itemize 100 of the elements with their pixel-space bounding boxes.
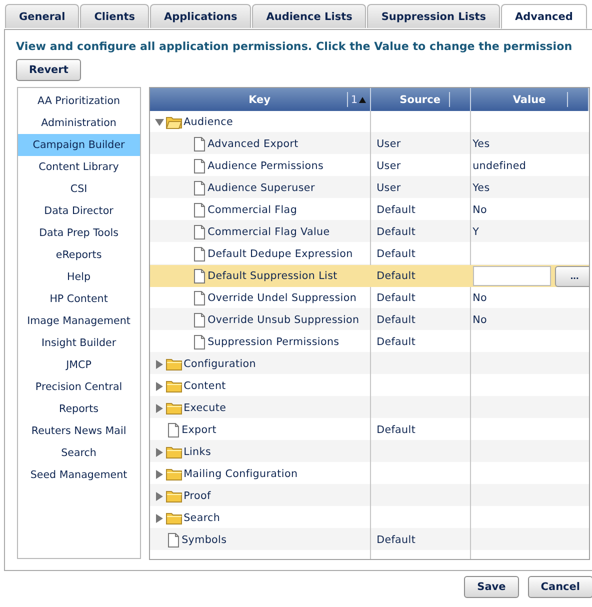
sidebar-item[interactable]: eReports (18, 244, 140, 266)
value-text: Yes (472, 182, 490, 194)
expanded-arrow-icon[interactable] (154, 118, 164, 126)
footer-button[interactable]: Cancel (528, 576, 592, 598)
sidebar-item[interactable]: Content Library (18, 156, 140, 178)
table-row[interactable]: Execute (150, 397, 589, 419)
key-text: Content (184, 380, 226, 392)
document-icon (192, 268, 206, 284)
sort-indicator[interactable]: 1 (346, 92, 366, 107)
source-text: User (376, 182, 401, 194)
table-row[interactable]: Content (150, 375, 589, 397)
key-text: Execute (184, 402, 226, 414)
column-header[interactable]: Key 1 (150, 88, 371, 111)
table-row[interactable]: Links (150, 441, 589, 463)
table-row[interactable]: Commercial Flag Default No (150, 199, 589, 221)
tab[interactable]: Applications (150, 4, 252, 28)
collapsed-arrow-icon[interactable] (154, 492, 164, 500)
collapsed-arrow-icon[interactable] (154, 470, 164, 478)
key-text: Advanced Export (208, 138, 298, 150)
value-field[interactable] (472, 266, 551, 286)
collapsed-arrow-icon[interactable] (154, 382, 164, 390)
document-icon (192, 224, 206, 240)
tab[interactable]: Audience Lists (252, 4, 366, 28)
sidebar-item[interactable]: Seed Management (18, 464, 140, 486)
tab[interactable]: Clients (80, 4, 149, 28)
folder-icon (166, 512, 182, 524)
sidebar-item[interactable]: Data Prep Tools (18, 222, 140, 244)
table-row[interactable]: Mailing Configuration (150, 463, 589, 485)
key-text: Override Undel Suppression (208, 292, 357, 304)
table-row[interactable]: Override Unsub Suppression Default No (150, 309, 589, 331)
footer-button[interactable]: Save (464, 576, 519, 598)
sidebar-item[interactable]: Data Director (18, 200, 140, 222)
value-text: No (472, 292, 487, 304)
source-text: Default (376, 204, 416, 216)
sidebar-item[interactable]: CSI (18, 178, 140, 200)
sidebar-item[interactable]: Reports (18, 398, 140, 420)
sidebar-item[interactable]: HP Content (18, 288, 140, 310)
source-text: User (376, 160, 401, 172)
tab[interactable]: General (5, 4, 80, 28)
folder-icon (166, 402, 182, 414)
table-row[interactable]: Proof (150, 485, 589, 507)
sidebar-item[interactable]: Campaign Builder (18, 134, 140, 156)
table-row[interactable]: Advanced Export User Yes (150, 133, 589, 155)
tab[interactable]: Suppression Lists (367, 4, 500, 28)
key-text: Commercial Flag (208, 204, 298, 216)
folder-icon (166, 490, 182, 502)
key-text: Search (184, 512, 220, 524)
source-text: Default (376, 336, 416, 348)
document-icon (192, 334, 206, 350)
table-row[interactable]: Audience Superuser User Yes (150, 177, 589, 199)
source-text: Default (376, 424, 416, 436)
table-row[interactable]: Configuration (150, 353, 589, 375)
sidebar-item[interactable]: Image Management (18, 310, 140, 332)
sidebar-item[interactable]: Precision Central (18, 376, 140, 398)
collapsed-arrow-icon[interactable] (154, 514, 164, 522)
table-row[interactable]: Suppression Permissions Default (150, 331, 589, 353)
page-heading: View and configure all application permissions. Click the Value to change the permission (16, 39, 574, 53)
value-text: undefined (472, 160, 526, 172)
table-row[interactable]: Default Suppression List Default ... (150, 265, 589, 287)
folder-icon (166, 468, 182, 480)
sidebar-item[interactable]: Reuters News Mail (18, 420, 140, 442)
collapsed-arrow-icon[interactable] (154, 360, 164, 368)
key-text: Suppression Permissions (208, 336, 340, 348)
folder-icon (166, 358, 182, 370)
sidebar-item[interactable]: Search (18, 442, 140, 464)
source-text: Default (376, 248, 416, 260)
table-row[interactable]: Export Default (150, 419, 589, 441)
key-text: Audience Permissions (208, 160, 324, 172)
value-text: Y (472, 226, 480, 238)
sidebar-item[interactable]: Administration (18, 112, 140, 134)
table-row[interactable]: Commercial Flag Value Default Y (150, 221, 589, 243)
key-text: Configuration (184, 358, 256, 370)
table-row[interactable]: Symbols Default (150, 529, 589, 551)
key-text: Commercial Flag Value (208, 226, 330, 238)
folder-icon (166, 380, 182, 392)
document-icon (192, 312, 206, 328)
table-row[interactable]: Override Undel Suppression Default No (150, 287, 589, 309)
collapsed-arrow-icon[interactable] (154, 448, 164, 456)
revert-button[interactable]: Revert (16, 59, 82, 81)
document-icon (166, 422, 180, 438)
sidebar-item[interactable]: JMCP (18, 354, 140, 376)
source-text: Default (376, 226, 416, 238)
value-text: Yes (472, 138, 490, 150)
table-row[interactable]: Audience Permissions User undefined (150, 155, 589, 177)
sidebar-item[interactable]: Help (18, 266, 140, 288)
key-text: Links (184, 446, 212, 458)
sidebar-item[interactable]: AA Prioritization (18, 90, 140, 112)
collapsed-arrow-icon[interactable] (154, 404, 164, 412)
column-header[interactable]: Source (370, 88, 471, 111)
sidebar-item[interactable]: Insight Builder (18, 332, 140, 354)
source-text: Default (376, 292, 416, 304)
table-row[interactable]: Default Dedupe Expression Default (150, 243, 589, 265)
table-row[interactable]: Audience (150, 111, 589, 133)
table-row[interactable]: Search (150, 507, 589, 529)
column-header[interactable]: Value (470, 88, 589, 111)
tab[interactable]: Advanced (500, 4, 587, 29)
value-text: No (472, 314, 487, 326)
browse-button[interactable]: ... (554, 266, 589, 286)
document-icon (192, 290, 206, 306)
value-text: No (472, 204, 487, 216)
